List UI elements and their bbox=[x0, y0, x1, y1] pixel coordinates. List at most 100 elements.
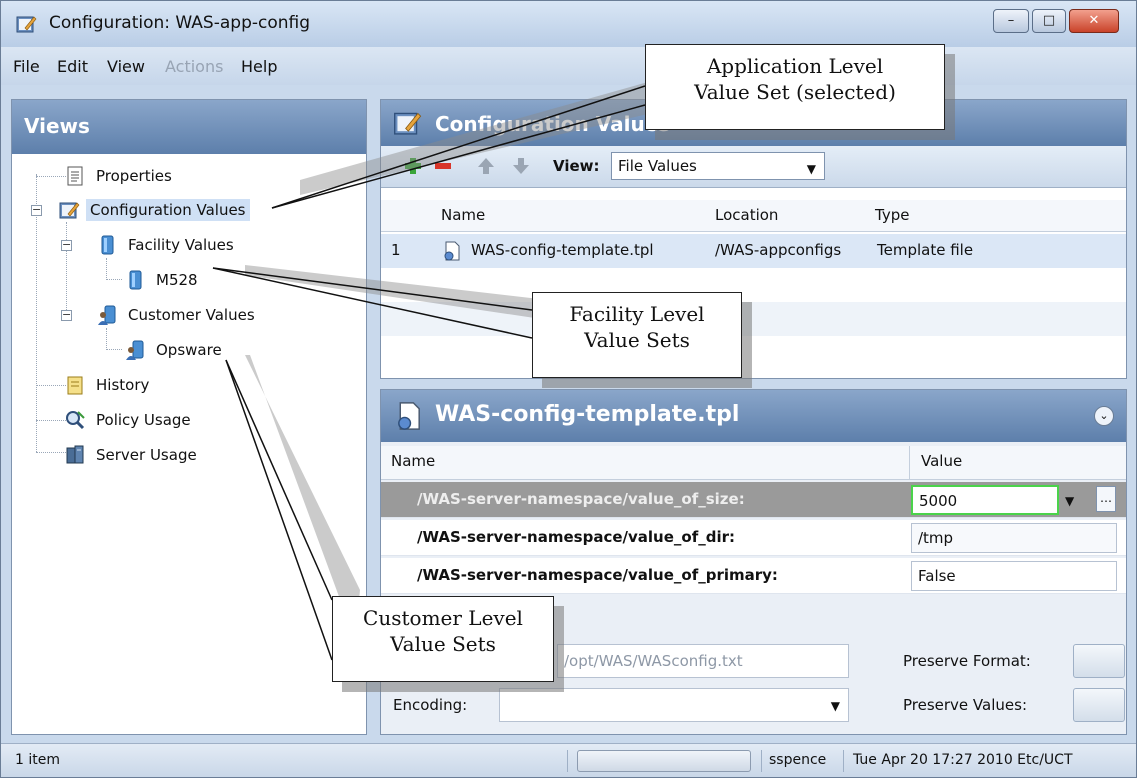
properties-header: Name Value bbox=[381, 446, 1126, 480]
menu-bar: File Edit View Actions Help bbox=[1, 47, 1136, 85]
collapse-customer-values[interactable]: − bbox=[61, 309, 72, 321]
empty-row bbox=[381, 268, 1126, 302]
tree-item-label: Properties bbox=[96, 167, 172, 185]
tree-item-label: M528 bbox=[156, 271, 198, 289]
close-icon: ✕ bbox=[1088, 13, 1100, 28]
status-bar: 1 item sspence Tue Apr 20 17:27 2010 Etc… bbox=[1, 743, 1136, 777]
add-icon[interactable] bbox=[403, 156, 423, 176]
menu-actions[interactable]: Actions bbox=[165, 57, 223, 76]
preserve-values-label: Preserve Values: bbox=[903, 696, 1027, 714]
property-value: False bbox=[918, 567, 956, 585]
facility-icon bbox=[129, 270, 142, 290]
collapse-configuration-values[interactable]: − bbox=[31, 204, 42, 216]
chevron-down-icon[interactable]: ▼ bbox=[1065, 494, 1074, 508]
tree-item-opsware[interactable]: Opsware bbox=[124, 337, 226, 363]
property-row[interactable]: /WAS-server-namespace/value_of_size: 500… bbox=[381, 482, 1126, 518]
tree-item-label: Configuration Values bbox=[86, 199, 250, 221]
callout-line: Facility Level bbox=[569, 302, 705, 326]
tree-line bbox=[106, 349, 122, 350]
callout-line: Value Sets bbox=[390, 632, 496, 656]
file-path-field[interactable]: /opt/WAS/WASconfig.txt bbox=[557, 644, 849, 678]
column-value[interactable]: Value bbox=[921, 452, 962, 470]
tree-item-properties[interactable]: Properties bbox=[64, 163, 176, 189]
menu-edit[interactable]: Edit bbox=[57, 57, 88, 76]
tree-item-history[interactable]: History bbox=[64, 372, 153, 398]
move-down-icon[interactable] bbox=[511, 156, 531, 176]
tree-item-m528[interactable]: M528 bbox=[124, 267, 202, 293]
column-location[interactable]: Location bbox=[715, 206, 778, 224]
tree-item-facility-values[interactable]: Facility Values bbox=[96, 232, 238, 258]
template-file-icon bbox=[398, 402, 420, 430]
column-name[interactable]: Name bbox=[391, 452, 435, 470]
tree-item-customer-values[interactable]: Customer Values bbox=[96, 302, 259, 328]
property-name: /WAS-server-namespace/value_of_primary: bbox=[417, 566, 778, 584]
configuration-values-icon bbox=[59, 202, 80, 219]
policy-usage-icon bbox=[66, 411, 85, 430]
configuration-app-icon bbox=[16, 16, 37, 33]
row-name: WAS-config-template.tpl bbox=[471, 241, 654, 259]
row-location: /WAS-appconfigs bbox=[715, 241, 842, 259]
property-value-input[interactable]: False bbox=[911, 561, 1117, 591]
maximize-button[interactable]: □ bbox=[1032, 9, 1066, 33]
browse-button[interactable]: … bbox=[1096, 486, 1116, 512]
empty-row bbox=[381, 336, 1126, 370]
maximize-icon: □ bbox=[1042, 13, 1056, 28]
status-divider bbox=[567, 750, 568, 772]
collapse-icon[interactable]: ⌄ bbox=[1094, 406, 1114, 426]
menu-file[interactable]: File bbox=[13, 57, 40, 76]
move-up-icon[interactable] bbox=[476, 156, 496, 176]
preserve-values-toggle[interactable] bbox=[1073, 688, 1125, 722]
table-row[interactable]: 1 WAS-config-template.tpl /WAS-appconfig… bbox=[381, 234, 1126, 268]
menu-help[interactable]: Help bbox=[241, 57, 277, 76]
status-divider bbox=[761, 750, 762, 772]
tree-item-label: History bbox=[96, 376, 150, 394]
tree-item-label: Facility Values bbox=[128, 236, 234, 254]
collapse-facility-values[interactable]: − bbox=[61, 239, 72, 251]
view-label: View: bbox=[553, 157, 600, 175]
menu-view[interactable]: View bbox=[107, 57, 145, 76]
callout-application-level: Application Level Value Set (selected) bbox=[645, 44, 945, 130]
property-name: /WAS-server-namespace/value_of_dir: bbox=[417, 528, 735, 546]
tree-line bbox=[106, 279, 122, 280]
properties-icon bbox=[67, 166, 83, 186]
minimize-button[interactable]: – bbox=[993, 9, 1029, 33]
column-name[interactable]: Name bbox=[441, 206, 485, 224]
configuration-values-title: Configuration Values bbox=[435, 112, 671, 136]
column-type[interactable]: Type bbox=[875, 206, 909, 224]
status-user: sspence bbox=[769, 752, 827, 768]
tree-item-label: Customer Values bbox=[128, 306, 255, 324]
encoding-select[interactable]: ▼ bbox=[499, 688, 849, 722]
tree-item-policy-usage[interactable]: Policy Usage bbox=[64, 407, 195, 433]
tree-line bbox=[106, 258, 107, 278]
property-value-input[interactable]: 5000 bbox=[911, 485, 1059, 515]
views-panel: Views − − − Properties Configuration Val… bbox=[11, 99, 367, 735]
facility-icon bbox=[101, 235, 114, 255]
close-button[interactable]: ✕ bbox=[1069, 9, 1119, 33]
property-value-input[interactable]: /tmp bbox=[911, 523, 1117, 553]
callout-line: Value Set (selected) bbox=[694, 80, 896, 104]
remove-icon[interactable] bbox=[433, 156, 453, 176]
preserve-format-toggle[interactable] bbox=[1073, 644, 1125, 678]
tree-line bbox=[36, 385, 66, 386]
tree-item-server-usage[interactable]: Server Usage bbox=[64, 442, 201, 468]
empty-row bbox=[381, 302, 1126, 336]
tree-line bbox=[36, 176, 66, 177]
tree-line bbox=[66, 222, 67, 318]
row-type: Template file bbox=[877, 241, 974, 259]
encoding-label: Encoding: bbox=[393, 696, 468, 714]
tree-item-configuration-values[interactable]: Configuration Values bbox=[58, 197, 250, 223]
views-header: Views bbox=[12, 100, 366, 154]
callout-customer-level: Customer Level Value Sets bbox=[332, 596, 554, 682]
property-row[interactable]: /WAS-server-namespace/value_of_primary: … bbox=[381, 558, 1126, 594]
chevron-down-icon: ▼ bbox=[830, 699, 840, 713]
view-select[interactable]: File Values ▼ bbox=[611, 152, 825, 180]
customer-icon bbox=[98, 305, 116, 325]
minimize-icon: – bbox=[1007, 13, 1015, 28]
property-row[interactable]: /WAS-server-namespace/value_of_dir: /tmp bbox=[381, 520, 1126, 556]
app-window: Configuration: WAS-app-config – □ ✕ File… bbox=[0, 0, 1137, 778]
callout-line: Customer Level bbox=[363, 606, 523, 630]
property-value: /tmp bbox=[918, 529, 954, 547]
callout-facility-level: Facility Level Value Sets bbox=[532, 292, 742, 378]
server-usage-icon bbox=[66, 445, 84, 464]
status-item-count: 1 item bbox=[15, 752, 60, 768]
